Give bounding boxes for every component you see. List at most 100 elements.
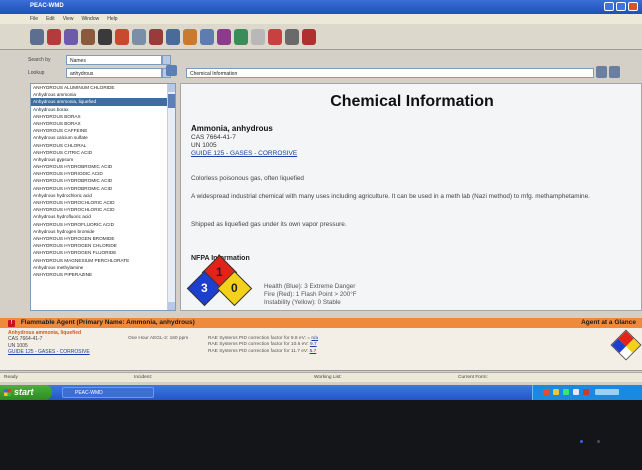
list-item[interactable]: ANHYDROUS ALUMINUM CHLORIDE	[31, 84, 175, 91]
radiation-icon[interactable]	[217, 28, 231, 45]
go-button[interactable]	[166, 65, 177, 76]
list-item[interactable]: Anhydrous ammonia	[31, 91, 175, 98]
scroll-thumb[interactable]	[168, 94, 175, 108]
nfpa-fire-value: 1	[216, 265, 223, 279]
stop-icon[interactable]	[47, 28, 61, 45]
scroll-down-icon[interactable]	[168, 302, 175, 310]
list-item[interactable]: Anhydrous borax	[31, 106, 175, 113]
list-item[interactable]: ANHYDROUS CAFFEINE	[31, 127, 175, 134]
tray-security-icon[interactable]	[583, 389, 589, 395]
status-working-list: Working List:	[314, 375, 342, 380]
search-by-select[interactable]: Names	[66, 54, 171, 65]
alert-bar[interactable]: ! Flammable Agent (Primary Name: Ammonia…	[0, 318, 642, 328]
un-number: UN 1005	[191, 142, 217, 149]
description-uses: A widespread industrial chemical with ma…	[191, 193, 590, 200]
chemical-name: Ammonia, anhydrous	[191, 124, 273, 133]
close-button[interactable]	[628, 2, 638, 11]
list-item[interactable]: ANHYDROUS HYDROGEN FLUORIDE	[31, 249, 175, 256]
list-item[interactable]: Anhydrous gypsum	[31, 156, 175, 163]
globe-icon[interactable]	[64, 28, 78, 45]
list-item[interactable]: ANHYDROUS MAGNESIUM PERCHLORATE	[31, 257, 175, 264]
detail-tab[interactable]: Chemical Information	[186, 68, 594, 78]
alert-icon[interactable]	[149, 28, 163, 45]
list-item[interactable]: ANHYDROUS CHLORAL	[31, 142, 175, 149]
nfpa-fire-text: Fire (Red): 1 Flash Point > 200°F	[264, 291, 357, 298]
menu-view[interactable]: View	[63, 16, 74, 24]
status-bar: Ready Incident: Working List: Current Fo…	[0, 372, 642, 382]
nfpa-instability-text: Instability (Yellow): 0 Stable	[264, 299, 341, 306]
list-item[interactable]: ANHYDROUS PIPERAZINE	[31, 271, 175, 278]
agent-at-a-glance-label[interactable]: Agent at a Glance	[581, 319, 636, 326]
tray-network-icon[interactable]	[563, 389, 569, 395]
menu-bar: File Edit View Window Help	[0, 14, 642, 24]
chemical-list[interactable]: ANHYDROUS ALUMINUM CHLORIDE Anhydrous amm…	[30, 83, 176, 311]
list-item[interactable]: ANHYDROUS HYDROBROMIC ACID	[31, 185, 175, 192]
book-icon[interactable]	[234, 28, 248, 45]
fire-icon[interactable]	[268, 28, 282, 45]
list-item[interactable]: ANHYDROUS HYDROCHLORIC ACID	[31, 199, 175, 206]
list-item[interactable]: Anhydrous ammonia, liquefied	[31, 98, 175, 106]
page-icon[interactable]	[132, 28, 146, 45]
search-by-label: Search by	[28, 56, 51, 63]
desktop-screen: PEAC-WMD File Edit View Window Help Sear…	[0, 0, 642, 400]
page-title: Chemical Information	[330, 93, 494, 110]
search-icon[interactable]	[81, 28, 95, 45]
taskbar-app-button[interactable]: PEAC-WMD	[62, 387, 154, 398]
tray-alert-icon[interactable]	[543, 389, 549, 395]
description-shipping: Shipped as liquefied gas under its own v…	[191, 221, 347, 228]
rae-value[interactable]: 5.7	[310, 349, 317, 354]
menu-help[interactable]: Help	[107, 16, 117, 24]
minimize-button[interactable]	[604, 2, 614, 11]
list-item[interactable]: Anhydrous calcium sulfate	[31, 134, 175, 141]
list-item[interactable]: Anhydrous hydrofluoric acid	[31, 213, 175, 220]
nfpa-diamond: 1 3 0	[186, 254, 253, 310]
list-item[interactable]: ANHYDROUS HYDROBROMIC ACID	[31, 177, 175, 184]
tray-clock[interactable]	[595, 389, 619, 395]
pane-back-button[interactable]	[596, 66, 607, 78]
scroll-up-icon[interactable]	[168, 84, 175, 92]
list-item[interactable]: Anhydrous hydrochloric acid	[31, 192, 175, 199]
chevron-down-icon[interactable]	[162, 54, 171, 65]
tools-icon[interactable]	[166, 28, 180, 45]
list-item[interactable]: Anhydrous methylamine	[31, 264, 175, 271]
menu-edit[interactable]: Edit	[46, 16, 55, 24]
alert-guide-link[interactable]: GUIDE 125 - GASES - CORROSIVE	[8, 349, 90, 355]
list-item[interactable]: ANHYDROUS HYDROBROMIC ACID	[31, 163, 175, 170]
lookup-row: Lookup anhydrous	[28, 67, 171, 78]
list-item[interactable]: ANHYDROUS HYDROCHLORIC ACID	[31, 206, 175, 213]
start-button[interactable]: start	[0, 385, 52, 400]
status-ready: Ready	[4, 375, 18, 380]
list-item[interactable]: ANHYDROUS HYDROGEN BROMIDE	[31, 235, 175, 242]
guide-link[interactable]: GUIDE 125 - GASES - CORROSIVE	[191, 150, 297, 157]
list-item[interactable]: ANHYDROUS BORAX	[31, 113, 175, 120]
home-icon[interactable]	[30, 28, 44, 45]
calculator-icon[interactable]	[251, 28, 265, 45]
maximize-button[interactable]	[616, 2, 626, 11]
taskbar: start PEAC-WMD	[0, 385, 642, 400]
list-item[interactable]: ANHYDROUS HYDROGEN CHLORIDE	[31, 242, 175, 249]
print-icon[interactable]	[115, 28, 129, 45]
hazard-icon[interactable]	[183, 28, 197, 45]
rae-label: RAE Systems PID correction factor for 10…	[208, 342, 309, 348]
rae-value[interactable]: n/a	[311, 336, 318, 341]
tray-shield-icon[interactable]	[553, 389, 559, 395]
exit-icon[interactable]	[302, 28, 316, 45]
list-scrollbar[interactable]	[167, 84, 175, 310]
menu-window[interactable]: Window	[81, 16, 99, 24]
list-item[interactable]: Anhydrous hydrogen bromide	[31, 228, 175, 235]
gear-icon[interactable]	[285, 28, 299, 45]
map-icon[interactable]	[200, 28, 214, 45]
search-input[interactable]: anhydrous	[66, 67, 171, 78]
rae-value[interactable]: 9.7	[310, 342, 317, 347]
list-item[interactable]: ANHYDROUS HYDROFLUORIC ACID	[31, 221, 175, 228]
power-led-icon	[580, 440, 583, 443]
tray-volume-icon[interactable]	[573, 389, 579, 395]
list-item[interactable]: ANHYDROUS BORAX	[31, 120, 175, 127]
list-item[interactable]: ANHYDROUS CITRIC ACID	[31, 149, 175, 156]
window-title-bar: PEAC-WMD	[0, 0, 642, 14]
pane-close-button[interactable]	[609, 66, 620, 78]
list-item[interactable]: ANHYDROUS HYDRIODIC ACID	[31, 170, 175, 177]
folder-icon[interactable]	[98, 28, 112, 45]
toolbar	[0, 24, 642, 50]
menu-file[interactable]: File	[30, 16, 38, 24]
